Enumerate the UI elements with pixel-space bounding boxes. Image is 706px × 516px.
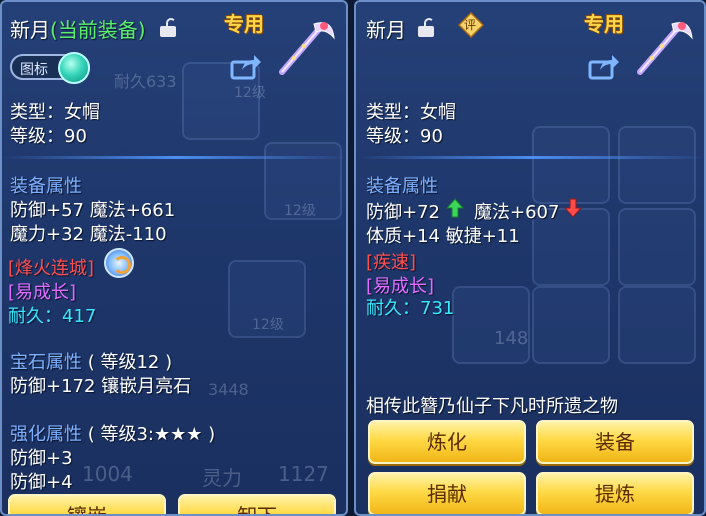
background-slot [618, 126, 696, 204]
ghost-text: 12级 [284, 203, 316, 219]
enhance-attr-header: 强化属性 ( 等级3:★★★ ) [10, 420, 215, 446]
ghost-text: 3448 [208, 380, 249, 399]
refine-button[interactable]: 炼化 [368, 420, 526, 464]
arrow-up-icon [446, 198, 464, 218]
level-line: 等级：90 [10, 126, 87, 147]
item-name: 新月 [10, 18, 50, 42]
durability-value: 417 [62, 306, 97, 327]
equip-button[interactable]: 装备 [536, 420, 694, 464]
purify-button[interactable]: 提炼 [536, 472, 694, 514]
background-slot [618, 208, 696, 286]
toggle-knob [58, 52, 90, 84]
attr-magic: 魔法+607 [474, 202, 560, 223]
donate-button[interactable]: 捐献 [368, 472, 526, 514]
gem-level: ( 等级12 ) [87, 352, 173, 373]
gem-attr-header: 宝石属性 ( 等级12 ) [10, 348, 172, 374]
item-title: 新月 [366, 18, 406, 42]
icon-toggle[interactable]: 图标 [10, 52, 90, 84]
attr-line: 体质+14 敏捷+11 [366, 226, 520, 247]
item-description: 相传此簪乃仙子下凡时所遗之物 [366, 396, 618, 417]
hairpin-weapon-icon [279, 22, 335, 75]
special-skill[interactable]: [易成长] [8, 278, 76, 304]
lock-icon[interactable] [160, 18, 176, 37]
inlay-button[interactable]: 镶嵌 [8, 494, 166, 514]
durability-value: 731 [420, 298, 455, 319]
exclusive-label: 专用 [224, 12, 264, 36]
background-slot [618, 286, 696, 364]
divider [356, 156, 704, 159]
share-icon[interactable] [588, 54, 620, 80]
level-line: 等级：90 [366, 126, 443, 147]
compare-equipment-panel: 148 新月 评 专用 类型：女帽 等级：90 装备属性 防御+72 魔法+60… [354, 0, 706, 516]
background-slot [532, 286, 610, 364]
gem-header: 宝石属性 [10, 352, 82, 373]
current-equipment-panel: 耐久633 12级 12级 12级 3448 1004 灵力 1127 新月(当… [0, 0, 348, 516]
durability-label: 耐久： [8, 306, 62, 327]
background-slot [452, 286, 530, 364]
ghost-text: 1127 [278, 462, 329, 486]
durability-label: 耐久： [366, 298, 420, 319]
gem-line: 防御+172 镶嵌月亮石 [10, 376, 192, 397]
type-line: 类型：女帽 [10, 102, 100, 123]
type-line: 类型：女帽 [366, 102, 456, 123]
enhance-line: 防御+3 [10, 448, 73, 469]
enhance-line: 防御+4 [10, 472, 73, 493]
equip-attr-header: 装备属性 [10, 176, 82, 197]
ghost-text: 12级 [252, 317, 284, 333]
unequip-button[interactable]: 卸下 [178, 494, 336, 514]
ghost-text: 灵力 [202, 466, 242, 490]
item-title: 新月(当前装备) [10, 14, 146, 43]
equipped-status: (当前装备) [50, 18, 146, 42]
ghost-text: 148 [494, 328, 529, 349]
background-slot [532, 126, 610, 204]
evaluate-badge-label: 评 [464, 18, 477, 32]
enhance-level: ( 等级3:★★★ ) [87, 424, 216, 445]
toggle-label: 图标 [20, 62, 48, 78]
hairpin-weapon-icon [637, 22, 693, 75]
attr-line: 防御+57 魔法+661 [10, 200, 176, 221]
lock-icon[interactable] [418, 18, 434, 37]
divider [2, 156, 346, 159]
equip-attr-header: 装备属性 [366, 176, 438, 197]
special-effect[interactable]: [疾速] [366, 248, 416, 274]
ghost-text: 12级 [234, 85, 266, 101]
attr-defense: 防御+72 [366, 202, 440, 223]
share-icon[interactable] [230, 54, 262, 80]
enhance-header: 强化属性 [10, 424, 82, 445]
attr-line: 魔力+32 魔法-110 [10, 224, 167, 245]
durability: 耐久：731 [366, 294, 454, 320]
arrow-down-icon [564, 198, 582, 218]
durability: 耐久：417 [8, 302, 96, 328]
effect-ring-icon [104, 248, 134, 278]
ghost-text: 1004 [82, 462, 133, 486]
ghost-text: 耐久633 [114, 72, 177, 91]
exclusive-label: 专用 [584, 12, 624, 36]
special-effect[interactable]: [烽火连城] [8, 254, 94, 280]
